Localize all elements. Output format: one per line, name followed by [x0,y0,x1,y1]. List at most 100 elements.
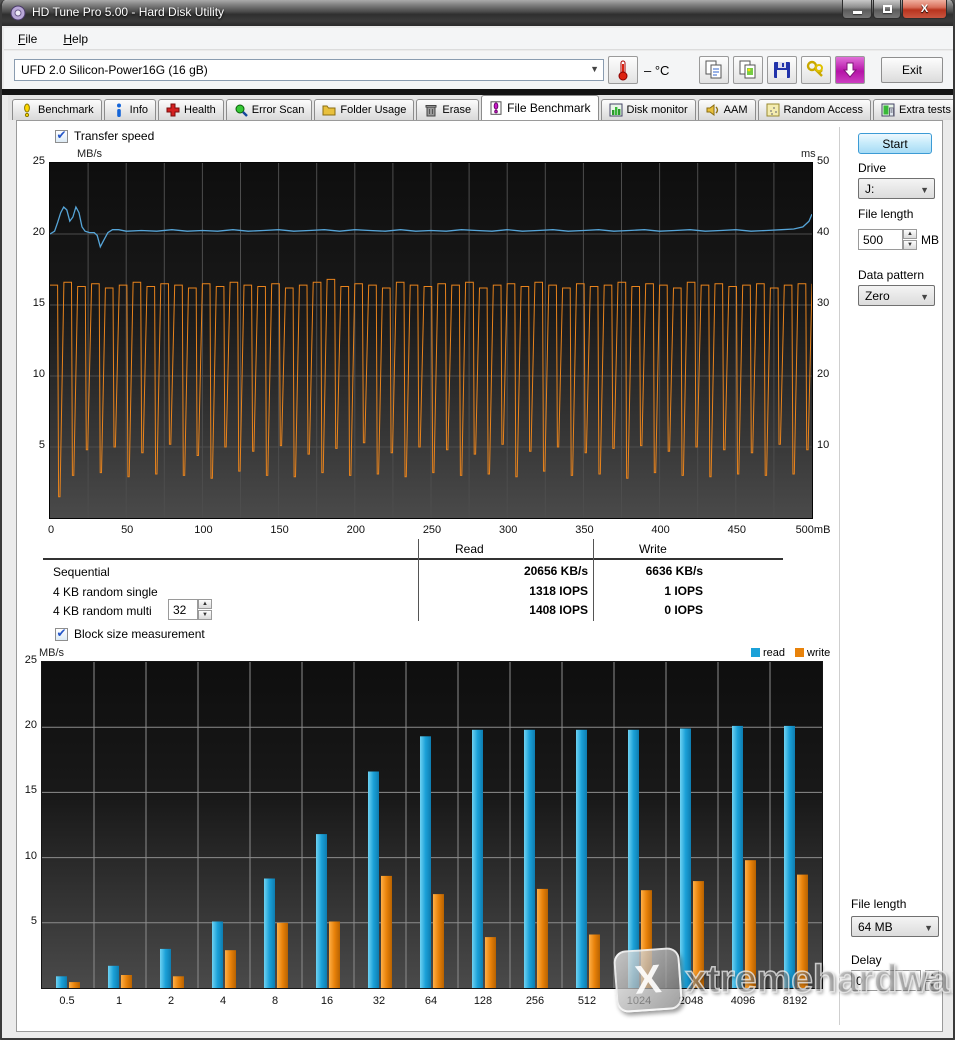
read-legend-label: read [763,647,785,659]
tab-health[interactable]: Health [158,99,224,120]
down-arrow-icon [843,62,857,78]
delay-spinner[interactable]: ▲▼ [925,970,939,991]
results-write-value: 6636 KB/s [603,564,703,578]
download-button[interactable] [835,56,865,84]
chevron-down-icon: ▼ [590,64,599,74]
tick-label: 10 [21,368,45,380]
tick-label: 400 [641,524,681,536]
results-divider-1 [418,539,419,621]
health-cross-icon [166,103,180,117]
tick-label: 64 [411,995,451,1007]
copy-image-button[interactable] [733,56,763,84]
results-col-read: Read [455,542,484,556]
results-row-label: Sequential [53,565,110,579]
results-row-label: 4 KB random single [53,585,158,599]
block-size-chart [41,661,823,989]
axis-unit-ms: ms [801,148,816,160]
tick-label: 40 [817,226,829,238]
chevron-down-icon: ▼ [924,923,933,933]
temperature-button[interactable] [608,56,638,84]
magnifier-icon [234,103,248,117]
window-title: HD Tune Pro 5.00 - Hard Disk Utility [32,5,224,19]
results-header-line [43,558,783,560]
save-button[interactable] [767,56,797,84]
tab-aam[interactable]: AAM [698,99,756,120]
tab-info[interactable]: Info [104,99,156,120]
results-read-value: 20656 KB/s [458,564,588,578]
app-window: HD Tune Pro 5.00 - Hard Disk Utility X F… [0,0,955,1040]
tab-extra-tests[interactable]: Extra tests [873,99,955,120]
calculator-icon [881,103,895,117]
transfer-speed-checkbox[interactable]: ✔ [55,130,68,143]
tick-label: 300 [488,524,528,536]
benchmark-icon [20,103,34,117]
tab-random-access[interactable]: Random Access [758,99,871,120]
block-size-label: Block size measurement [74,627,205,641]
save-icon [773,61,791,79]
tick-label: 4 [203,995,243,1007]
data-pattern-select[interactable]: Zero ▼ [858,285,935,306]
tick-label: 256 [515,995,555,1007]
tick-label: 20 [817,368,829,380]
transfer-speed-checkbox-row: ✔ Transfer speed [55,129,154,143]
random-dots-icon [766,103,780,117]
tick-label: 2048 [671,995,711,1007]
file-length-unit: MB [921,233,939,247]
panel-divider [839,127,841,1025]
tab-disk-monitor[interactable]: Disk monitor [601,99,696,120]
tick-label: 0.5 [47,995,87,1007]
tick-label: 128 [463,995,503,1007]
tick-label: 5 [17,915,37,927]
tick-label: 15 [17,784,37,796]
info-icon [112,103,126,117]
tab-folder-usage[interactable]: Folder Usage [314,99,414,120]
tab-file-benchmark[interactable]: File Benchmark [481,95,598,120]
minimize-button[interactable] [842,0,872,19]
tick-label: 512 [567,995,607,1007]
results-row-label: 4 KB random multi [53,604,152,618]
tick-label: 15 [21,297,45,309]
file-length2-select[interactable]: 64 MB ▼ [851,916,939,937]
delay-input[interactable]: 0 [851,970,921,991]
write-legend-label: write [807,647,830,659]
multi-queue-spinner[interactable]: ▲▼ [198,599,212,620]
tab-erase[interactable]: Erase [416,99,479,120]
tick-label: 1 [99,995,139,1007]
menu-file[interactable]: File [14,30,41,48]
file-length-spinner[interactable]: ▲▼ [903,229,917,250]
exit-button[interactable]: Exit [881,57,943,83]
tick-label: 30 [817,297,829,309]
close-button[interactable]: X [902,0,947,19]
copy-text-button[interactable] [699,56,729,84]
tick-label: 4096 [723,995,763,1007]
menu-help[interactable]: Help [59,30,92,48]
block-size-checkbox-row: ✔ Block size measurement [55,627,205,641]
tick-label: 50 [107,524,147,536]
tick-label: 350 [564,524,604,536]
transfer-speed-label: Transfer speed [74,129,154,143]
maximize-button[interactable] [873,0,901,19]
tick-label: 150 [260,524,300,536]
block-size-checkbox[interactable]: ✔ [55,628,68,641]
drive-select[interactable]: J: ▼ [858,178,935,199]
tick-label: 20 [21,226,45,238]
tick-label: 5 [21,439,45,451]
file-length-input[interactable]: 500 [858,229,903,250]
tab-benchmark[interactable]: Benchmark [12,99,102,120]
tick-label: 25 [21,155,45,167]
multi-queue-input[interactable]: 32 [168,599,198,620]
chevron-down-icon: ▼ [920,292,929,302]
start-button[interactable]: Start [858,133,932,154]
keys-icon [806,60,826,80]
titlebar: HD Tune Pro 5.00 - Hard Disk Utility X [2,0,953,26]
device-select[interactable]: UFD 2.0 Silicon-Power16G (16 gB) ▼ [14,59,604,81]
speaker-icon [706,103,720,117]
tick-label: 500mB [793,524,833,536]
results-read-value: 1318 IOPS [458,584,588,598]
tick-label: 0 [31,524,71,536]
options-button[interactable] [801,56,831,84]
toolbar: UFD 2.0 Silicon-Power16G (16 gB) ▼ – °C … [4,51,953,89]
copy-image-icon [739,60,757,80]
results-read-value: 1408 IOPS [458,603,588,617]
tab-error-scan[interactable]: Error Scan [226,99,313,120]
